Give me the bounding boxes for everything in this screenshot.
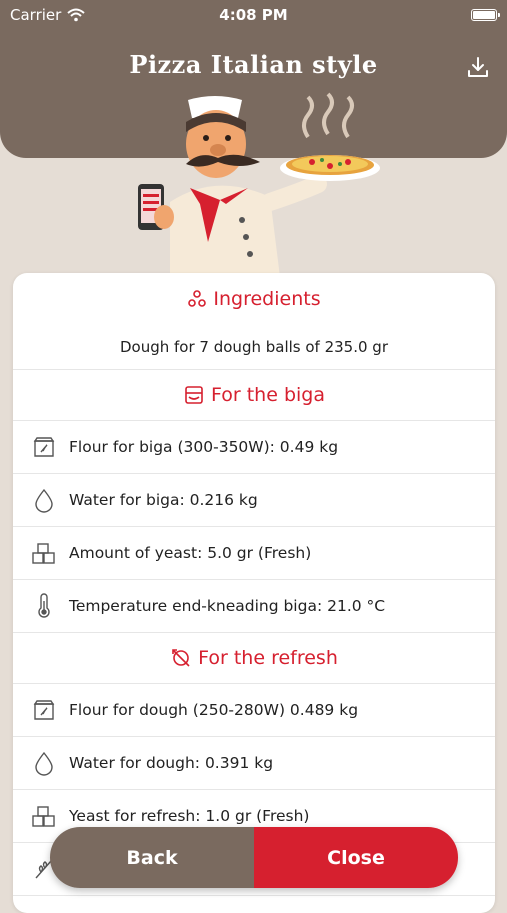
thermometer-icon <box>31 593 57 619</box>
status-bar: Carrier 4:08 PM <box>0 0 507 30</box>
refresh-flour-row: Flour for dough (250-280W) 0.489 kg <box>13 684 495 737</box>
battery-icon <box>471 9 500 21</box>
biga-heading: For the biga <box>13 370 495 421</box>
water-drop-icon <box>31 487 57 513</box>
biga-temperature-row: Temperature end-kneading biga: 21.0 °C <box>13 580 495 633</box>
refresh-water-text: Water for dough: 0.391 kg <box>69 754 274 772</box>
biga-water-text: Water for biga: 0.216 kg <box>69 491 258 509</box>
dough-summary: Dough for 7 dough balls of 235.0 gr <box>13 325 495 370</box>
refresh-heading-label: For the refresh <box>198 647 338 669</box>
flour-bag-icon <box>31 697 57 723</box>
action-bar: Back Close <box>50 827 458 888</box>
ingredients-heading: Ingredients <box>13 273 495 325</box>
water-drop-icon <box>31 750 57 776</box>
close-button[interactable]: Close <box>254 827 458 888</box>
flour-bag-icon <box>31 434 57 460</box>
refresh-heading: For the refresh <box>13 633 495 684</box>
biga-yeast-row: Amount of yeast: 5.0 gr (Fresh) <box>13 527 495 580</box>
biga-flour-text: Flour for biga (300-350W): 0.49 kg <box>69 438 339 456</box>
biga-bowl-icon <box>185 386 203 404</box>
ingredients-icon <box>188 290 207 307</box>
refresh-water-row: Water for dough: 0.391 kg <box>13 737 495 790</box>
biga-water-row: Water for biga: 0.216 kg <box>13 474 495 527</box>
biga-yeast-text: Amount of yeast: 5.0 gr (Fresh) <box>69 544 312 562</box>
download-icon[interactable] <box>465 54 491 80</box>
refresh-icon <box>172 649 190 667</box>
refresh-flour-text: Flour for dough (250-280W) 0.489 kg <box>69 701 359 719</box>
biga-flour-row: Flour for biga (300-350W): 0.49 kg <box>13 421 495 474</box>
recipe-card: Ingredients Dough for 7 dough balls of 2… <box>13 273 495 913</box>
refresh-yeast-text: Yeast for refresh: 1.0 gr (Fresh) <box>69 807 310 825</box>
yeast-cubes-icon <box>31 803 57 829</box>
biga-temperature-text: Temperature end-kneading biga: 21.0 °C <box>69 597 386 615</box>
yeast-cubes-icon <box>31 540 57 566</box>
page-title: Pizza Italian style <box>129 50 378 79</box>
back-button[interactable]: Back <box>50 827 254 888</box>
biga-heading-label: For the biga <box>211 384 325 406</box>
chef-illustration <box>138 92 380 277</box>
ingredients-heading-label: Ingredients <box>213 288 321 310</box>
clock: 4:08 PM <box>219 6 288 24</box>
